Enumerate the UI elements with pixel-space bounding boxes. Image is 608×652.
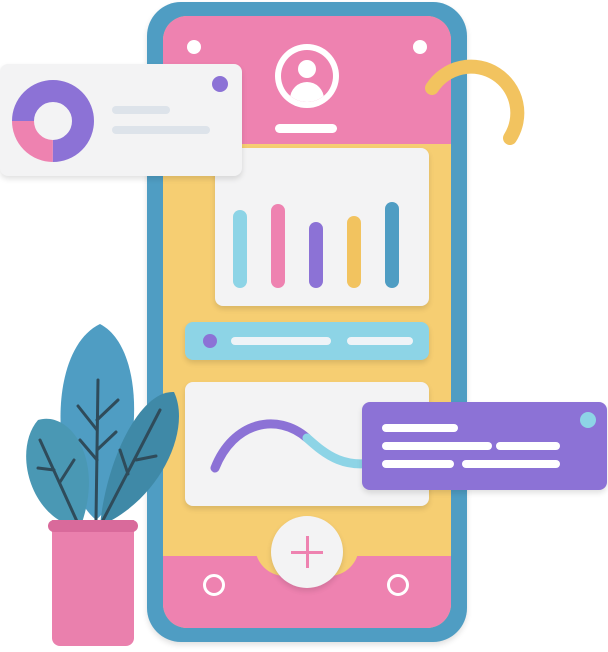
card-status-dot-icon — [212, 76, 228, 92]
donut-legend-line-2 — [112, 126, 210, 134]
camera-dot-icon — [187, 40, 201, 54]
plus-icon-vertical — [306, 536, 309, 568]
potted-plant-icon — [26, 324, 179, 530]
donut-legend-line-1 — [112, 106, 170, 114]
bar-chart-icon — [233, 188, 413, 288]
bar-2 — [271, 204, 285, 288]
donut-chart-icon — [12, 80, 94, 162]
bar-chart-card[interactable] — [215, 148, 429, 306]
donut-chart-card[interactable] — [0, 64, 242, 176]
search-text-placeholder-2 — [347, 337, 413, 345]
message-line-5 — [462, 460, 560, 468]
arc-icon — [425, 59, 525, 145]
card-status-dot-icon — [580, 412, 596, 428]
message-card[interactable] — [362, 402, 607, 490]
search-text-placeholder — [231, 337, 331, 345]
user-avatar-icon[interactable] — [275, 44, 339, 108]
bar-4 — [347, 216, 361, 288]
bar-5 — [385, 202, 399, 288]
nav-right-circle-icon[interactable] — [387, 574, 409, 596]
plant-pot — [52, 520, 134, 646]
message-line-3 — [496, 442, 560, 450]
message-line-2 — [382, 442, 492, 450]
nav-left-circle-icon[interactable] — [203, 574, 225, 596]
add-button[interactable] — [271, 516, 343, 588]
message-line-4 — [382, 460, 454, 468]
bar-3 — [309, 222, 323, 288]
search-dot-icon — [203, 334, 217, 348]
message-line-1 — [382, 424, 458, 432]
search-bar[interactable] — [185, 322, 429, 360]
profile-name-placeholder — [275, 124, 337, 133]
plant-pot-rim — [48, 520, 138, 532]
bar-1 — [233, 210, 247, 288]
